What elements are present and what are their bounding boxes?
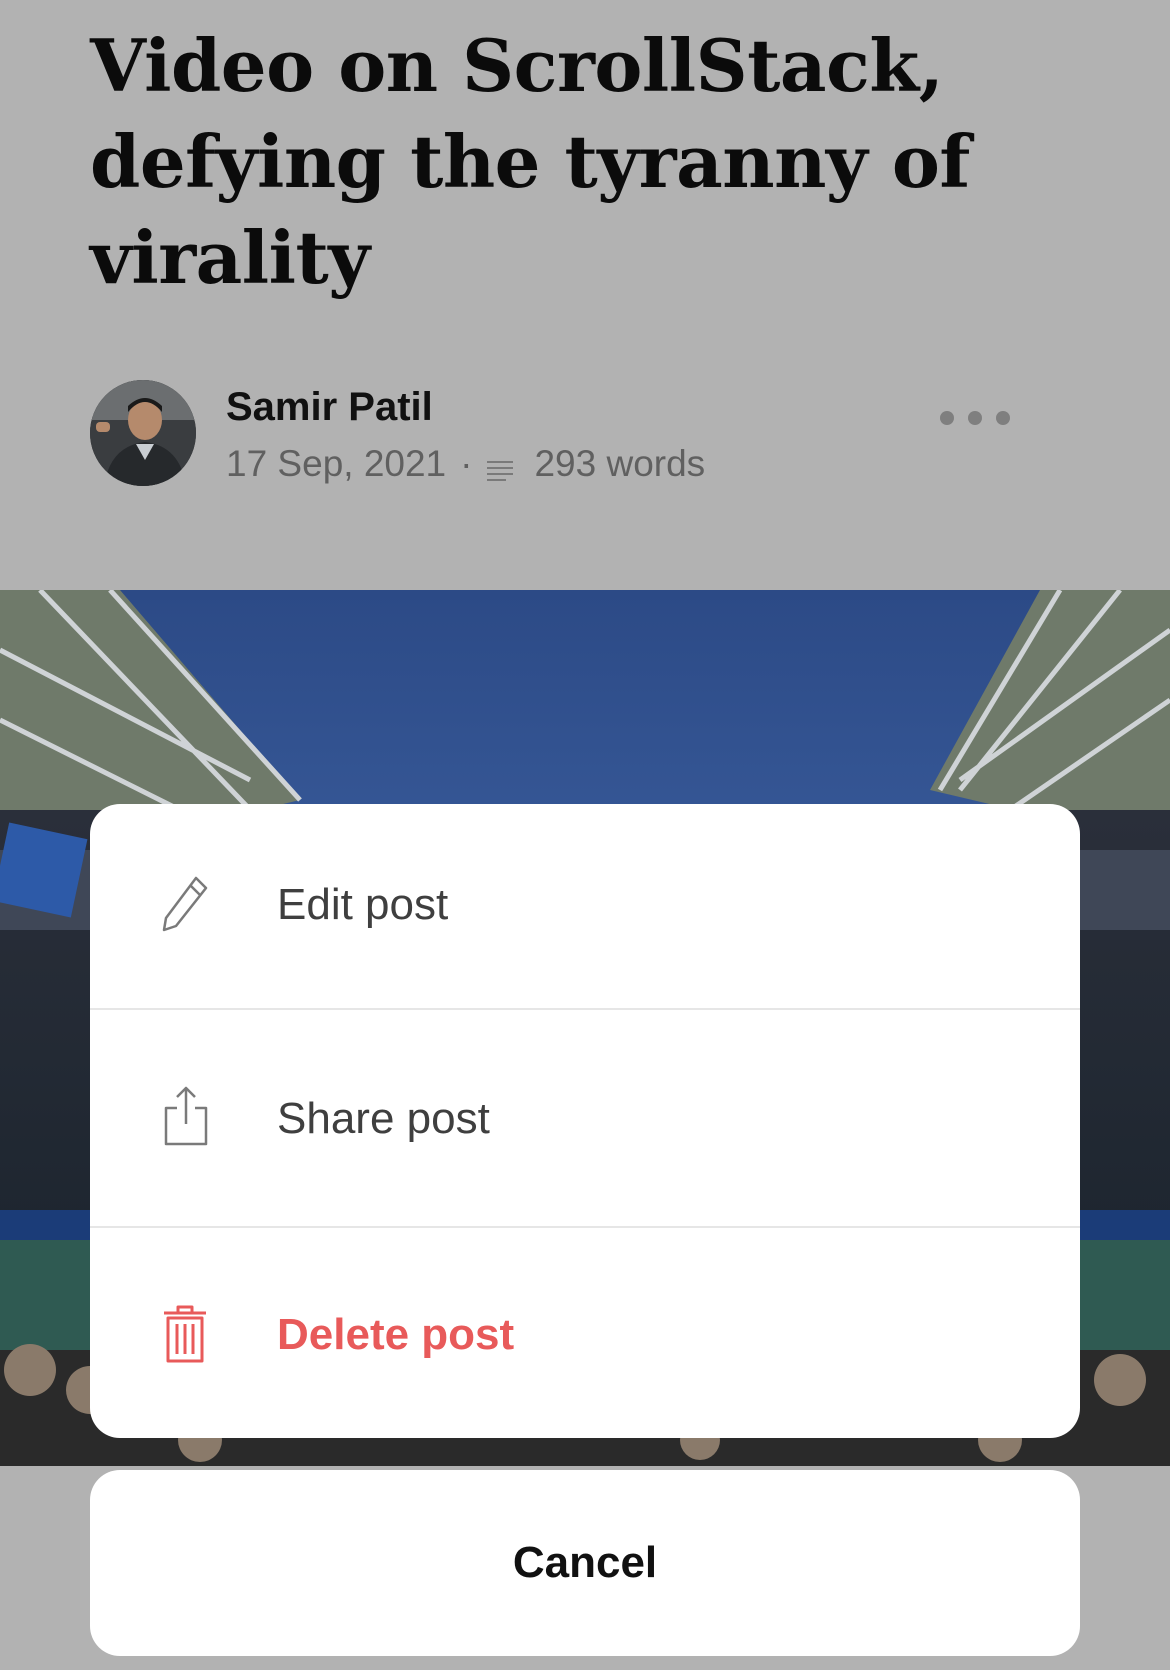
more-options-button[interactable]: [940, 406, 1010, 430]
author-avatar[interactable]: [90, 380, 196, 486]
post-title: Video on ScrollStack, defying the tyrann…: [90, 23, 970, 300]
share-post-button[interactable]: Share post: [90, 1010, 1080, 1222]
cancel-button[interactable]: Cancel: [90, 1470, 1080, 1656]
share-post-label: Share post: [277, 1094, 490, 1143]
meta-separator: ·: [460, 443, 473, 484]
post-page: Video on ScrollStack, defying the tyrann…: [0, 0, 1170, 1670]
pencil-icon: [160, 874, 210, 934]
delete-post-button[interactable]: Delete post: [90, 1228, 1080, 1438]
trash-icon: [160, 1304, 210, 1364]
more-dots-icon: [940, 411, 954, 425]
post-action-sheet: Edit post Share post Delete post: [90, 804, 1080, 1438]
word-count: 293 words: [534, 443, 706, 484]
post-meta: 17 Sep, 2021 · 293 words: [226, 442, 705, 486]
word-count-icon: [486, 451, 514, 481]
share-icon: [160, 1086, 210, 1146]
delete-post-label: Delete post: [277, 1310, 515, 1359]
author-name[interactable]: Samir Patil: [226, 384, 433, 430]
edit-post-button[interactable]: Edit post: [90, 804, 1080, 1006]
post-date: 17 Sep, 2021: [226, 443, 447, 484]
avatar-photo: [90, 380, 196, 486]
author-row: Samir Patil 17 Sep, 2021 · 293 words: [90, 380, 1080, 486]
edit-post-label: Edit post: [277, 880, 449, 929]
